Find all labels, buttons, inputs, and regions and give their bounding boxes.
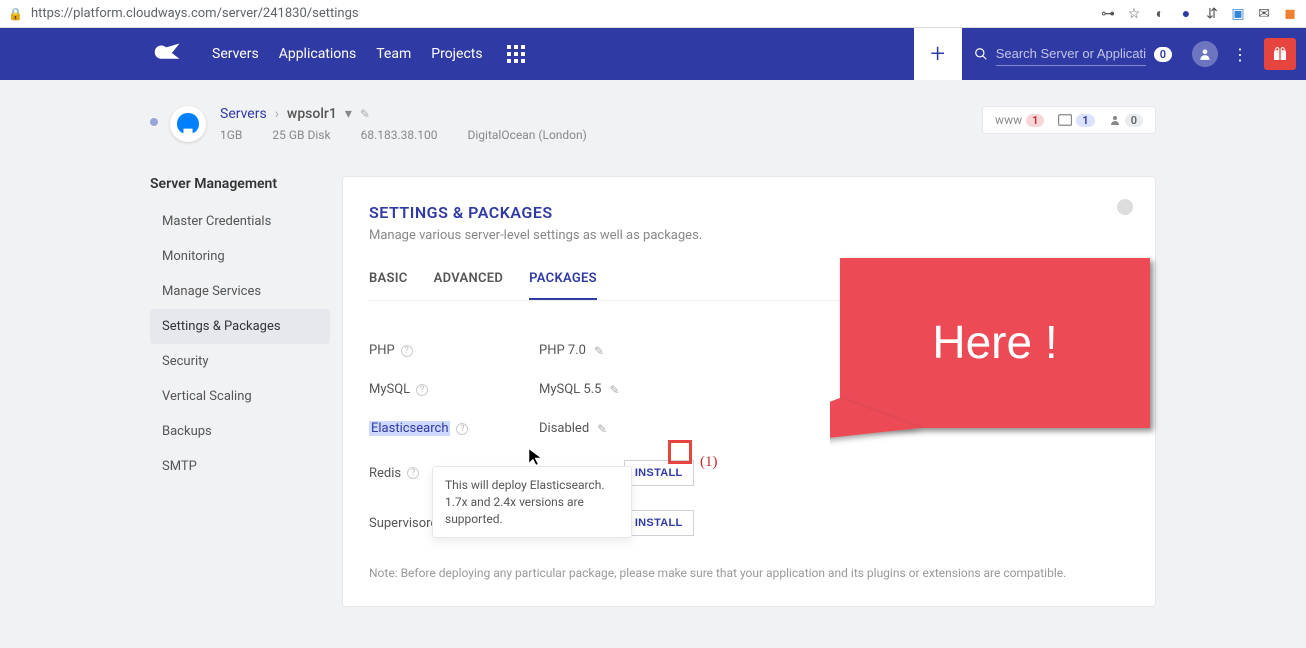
edit-mysql-icon[interactable]: ✎ bbox=[609, 383, 619, 397]
sidebar-item-monitoring[interactable]: Monitoring bbox=[150, 239, 330, 274]
stat-users-count: 0 bbox=[1125, 114, 1143, 127]
sidebar-item-master-credentials[interactable]: Master Credentials bbox=[150, 204, 330, 239]
pkg-label-mysql: MySQL bbox=[369, 382, 410, 397]
install-supervisord-button[interactable]: INSTALL bbox=[624, 510, 694, 536]
server-crumbs-wrap: Servers › wpsolr1 ▾ ✎ 1GB 25 GB Disk 68.… bbox=[220, 106, 587, 142]
sidebar: Server Management Master Credentials Mon… bbox=[150, 176, 330, 484]
card-title: SETTINGS & PACKAGES bbox=[369, 203, 1129, 222]
nav-projects[interactable]: Projects bbox=[431, 46, 482, 62]
browser-ext-icons: ⊶ ☆ ◐ ● ⇵ ▣ ✉ ◼ bbox=[1100, 6, 1298, 22]
ext-icon-2[interactable]: ● bbox=[1178, 6, 1194, 22]
annotation-number: (1) bbox=[700, 454, 718, 471]
tab-basic[interactable]: BASIC bbox=[369, 271, 408, 300]
stat-users[interactable]: 0 bbox=[1109, 114, 1143, 127]
search-input[interactable] bbox=[996, 42, 1146, 66]
url-text: https://platform.cloudways.com/server/24… bbox=[31, 6, 1092, 21]
breadcrumb-root[interactable]: Servers bbox=[220, 106, 267, 122]
pkg-label-supervisord: Supervisord bbox=[369, 516, 438, 531]
card-subtitle: Manage various server-level settings as … bbox=[369, 228, 1129, 243]
provider-logo bbox=[170, 106, 206, 142]
meta-disk: 25 GB Disk bbox=[272, 128, 330, 142]
nav-links: Servers Applications Team Projects bbox=[212, 46, 483, 62]
elasticsearch-tooltip: This will deploy Elasticsearch. 1.7x and… bbox=[432, 466, 632, 538]
sidebar-item-backups[interactable]: Backups bbox=[150, 414, 330, 449]
gift-button[interactable] bbox=[1264, 38, 1296, 70]
meta-ram: 1GB bbox=[220, 128, 242, 142]
browser-url-bar: 🔒 https://platform.cloudways.com/server/… bbox=[0, 0, 1306, 28]
server-name: wpsolr1 bbox=[287, 106, 337, 122]
stat-apps-count: 1 bbox=[1076, 114, 1094, 127]
nav-team[interactable]: Team bbox=[376, 46, 411, 62]
ext-icon-5[interactable]: ✉ bbox=[1256, 6, 1272, 22]
pkg-label-redis: Redis bbox=[369, 466, 401, 481]
chevron-down-icon[interactable]: ▾ bbox=[345, 106, 352, 122]
stat-www-label: www bbox=[995, 113, 1022, 127]
stat-www-count: 1 bbox=[1026, 114, 1044, 127]
pkg-value-elasticsearch: Disabled bbox=[539, 421, 589, 436]
sidebar-item-manage-services[interactable]: Manage Services bbox=[150, 274, 330, 309]
sidebar-item-security[interactable]: Security bbox=[150, 344, 330, 379]
info-icon[interactable]: ? bbox=[416, 384, 428, 396]
cloudways-logo[interactable] bbox=[150, 41, 188, 67]
key-icon[interactable]: ⊶ bbox=[1100, 6, 1116, 22]
users-icon bbox=[1109, 114, 1121, 126]
ext-icon-3[interactable]: ⇵ bbox=[1204, 6, 1220, 22]
annotation-highlight-box bbox=[668, 440, 692, 464]
nav-servers[interactable]: Servers bbox=[212, 46, 259, 62]
sidebar-item-vertical-scaling[interactable]: Vertical Scaling bbox=[150, 379, 330, 414]
annotation-callout: Here ! bbox=[830, 248, 1170, 508]
pkg-label-elasticsearch: Elasticsearch bbox=[369, 421, 450, 436]
server-stats-box: www 1 1 0 bbox=[982, 106, 1156, 134]
cursor-icon bbox=[528, 448, 544, 470]
callout-text: Here ! bbox=[932, 316, 1057, 368]
info-icon[interactable]: ? bbox=[456, 423, 468, 435]
pkg-label-php: PHP bbox=[369, 343, 395, 358]
avatar[interactable] bbox=[1192, 41, 1218, 67]
search-icon bbox=[974, 47, 988, 61]
rename-icon[interactable]: ✎ bbox=[360, 107, 370, 121]
info-icon[interactable]: ? bbox=[407, 467, 419, 479]
menu-dots-icon[interactable]: ⋮ bbox=[1232, 45, 1248, 64]
top-nav: Servers Applications Team Projects + 0 ⋮ bbox=[0, 28, 1306, 80]
tab-advanced[interactable]: ADVANCED bbox=[434, 271, 504, 300]
server-meta: 1GB 25 GB Disk 68.183.38.100 DigitalOcea… bbox=[220, 128, 587, 142]
tab-packages[interactable]: PACKAGES bbox=[529, 271, 597, 300]
meta-provider: DigitalOcean (London) bbox=[468, 128, 587, 142]
chevron-right-icon: › bbox=[275, 106, 279, 122]
search-box: 0 bbox=[962, 42, 1184, 66]
star-icon[interactable]: ☆ bbox=[1126, 6, 1142, 22]
ext-icon-1[interactable]: ◐ bbox=[1152, 6, 1168, 22]
grid-icon[interactable] bbox=[507, 45, 525, 63]
sidebar-item-smtp[interactable]: SMTP bbox=[150, 449, 330, 484]
edit-php-icon[interactable]: ✎ bbox=[594, 344, 604, 358]
edit-elasticsearch-icon[interactable]: ✎ bbox=[597, 422, 607, 436]
stat-apps[interactable]: 1 bbox=[1058, 114, 1094, 127]
pkg-value-mysql: MySQL 5.5 bbox=[539, 382, 601, 397]
meta-ip: 68.183.38.100 bbox=[361, 128, 438, 142]
nav-applications[interactable]: Applications bbox=[279, 46, 357, 62]
apps-icon bbox=[1058, 114, 1072, 126]
status-dot bbox=[150, 118, 158, 126]
add-button[interactable]: + bbox=[914, 28, 962, 80]
ext-icon-6[interactable]: ◼ bbox=[1282, 6, 1298, 22]
top-nav-right: + 0 ⋮ bbox=[914, 28, 1306, 80]
info-icon[interactable]: ? bbox=[401, 345, 413, 357]
server-header: Servers › wpsolr1 ▾ ✎ 1GB 25 GB Disk 68.… bbox=[150, 106, 1156, 142]
ext-icon-4[interactable]: ▣ bbox=[1230, 6, 1246, 22]
card-note: Note: Before deploying any particular pa… bbox=[369, 566, 1129, 580]
pkg-value-php: PHP 7.0 bbox=[539, 343, 586, 358]
help-icon[interactable] bbox=[1117, 199, 1133, 215]
search-count-badge: 0 bbox=[1154, 47, 1172, 62]
lock-icon: 🔒 bbox=[8, 7, 23, 21]
breadcrumb: Servers › wpsolr1 ▾ ✎ bbox=[220, 106, 587, 122]
sidebar-item-settings-packages[interactable]: Settings & Packages bbox=[150, 309, 330, 344]
stat-www[interactable]: www 1 bbox=[995, 113, 1044, 127]
sidebar-title: Server Management bbox=[150, 176, 330, 192]
